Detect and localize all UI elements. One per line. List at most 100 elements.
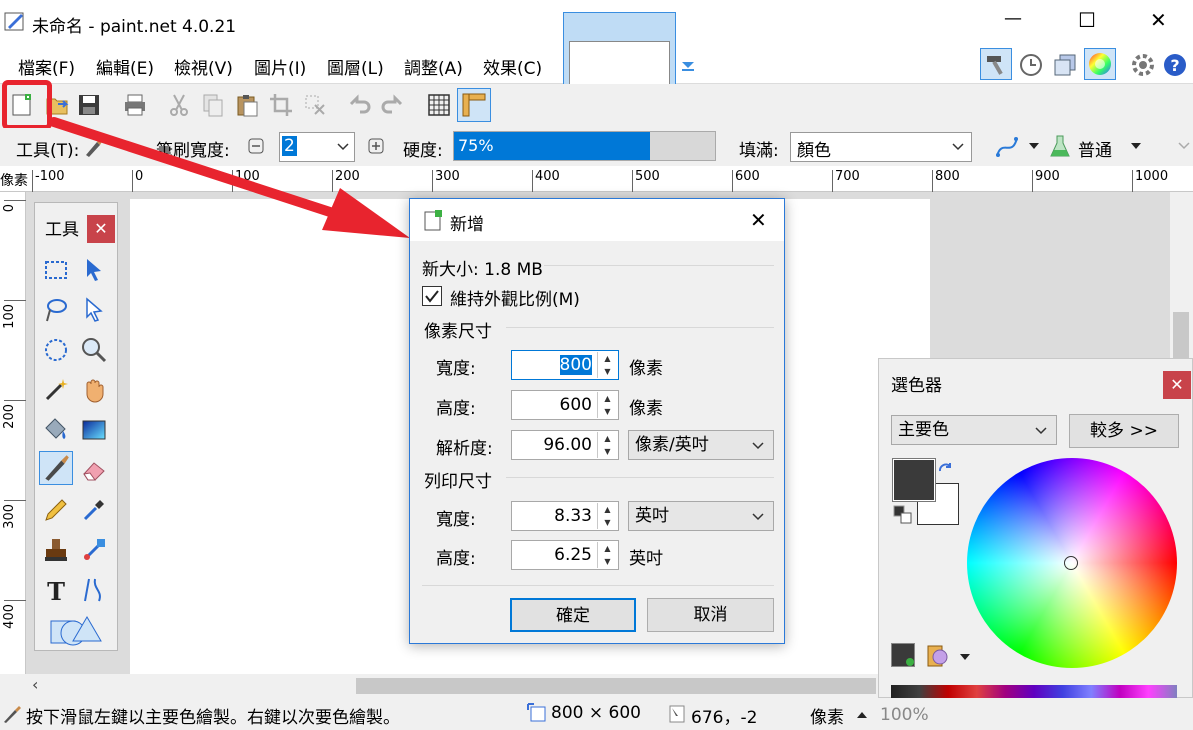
width-label: 寬度: (436, 359, 476, 379)
spin-down-icon: ▼ (604, 557, 611, 566)
chevron-up-icon[interactable] (856, 710, 868, 720)
shapes-icon[interactable] (49, 613, 105, 647)
print-width-input[interactable]: 8.33 ▲ ▼ (511, 501, 619, 531)
history-clock-icon[interactable] (1018, 52, 1044, 78)
magic-wand-icon[interactable] (41, 375, 71, 405)
keep-aspect-checkbox[interactable] (422, 286, 442, 306)
paintbrush-tool-selected[interactable] (39, 451, 73, 485)
tools-toggle-button[interactable] (980, 48, 1012, 80)
color-picker-title: 選色器 (891, 376, 942, 396)
chevron-down-icon[interactable] (680, 58, 696, 74)
print-height-value: 6.25 (554, 545, 592, 565)
print-height-spinner[interactable]: ▲ ▼ (597, 542, 617, 568)
recolor-icon[interactable] (79, 535, 109, 565)
print-height-input[interactable]: 6.25 ▲ ▼ (511, 540, 619, 570)
menu-image[interactable]: 圖片(I) (254, 54, 306, 79)
hardness-slider[interactable]: 75% (453, 131, 716, 161)
menu-adjustments[interactable]: 調整(A) (404, 54, 463, 79)
checkmark-icon (425, 290, 439, 303)
annotation-arrow (49, 117, 410, 238)
fill-combo[interactable]: 顏色 (790, 132, 972, 162)
height-label: 高度: (436, 399, 476, 419)
color-mode-select[interactable]: 主要色 (891, 415, 1057, 445)
ruler-tick-label: 100 (2, 304, 17, 329)
spin-down-icon: ▼ (604, 367, 611, 376)
pencil-icon[interactable] (41, 495, 71, 525)
colors-toggle-button[interactable] (1084, 48, 1116, 80)
layers-icon[interactable] (1052, 52, 1078, 78)
palette-icon[interactable] (925, 643, 949, 669)
resolution-spinner[interactable]: ▲ ▼ (597, 432, 617, 458)
ruler-tick-label: 1000 (1135, 169, 1169, 184)
menu-view[interactable]: 檢視(V) (174, 54, 233, 79)
horizontal-scroll-thumb[interactable] (356, 678, 876, 694)
settings-gear-icon[interactable] (1130, 52, 1156, 78)
color-picker-icon[interactable] (79, 495, 109, 525)
dialog-title-bar: 新增 ✕ (410, 199, 784, 241)
cancel-button[interactable]: 取消 (647, 598, 774, 632)
keep-aspect-label: 維持外觀比例(M) (450, 290, 580, 310)
minimize-button[interactable]: — (1004, 8, 1022, 29)
line-curve-icon[interactable] (79, 575, 109, 605)
add-palette-color-icon[interactable] (891, 643, 915, 667)
width-input[interactable]: 800 ▲ ▼ (511, 350, 619, 380)
status-zoom[interactable]: 100% (880, 705, 929, 725)
maximize-button[interactable]: ☐ (1078, 8, 1096, 32)
height-input[interactable]: 600 ▲ ▼ (511, 390, 619, 420)
help-icon[interactable]: ? (1162, 52, 1188, 78)
eraser-icon[interactable] (79, 455, 109, 485)
menu-effects[interactable]: 效果(C) (483, 54, 542, 79)
image-size-icon (527, 703, 546, 722)
ruler-tick-label: 300 (2, 504, 17, 529)
swap-colors-icon[interactable] (937, 461, 955, 479)
zoom-icon[interactable] (79, 335, 109, 365)
fill-label: 填滿: (739, 141, 779, 161)
print-width-spinner[interactable]: ▲ ▼ (597, 503, 617, 529)
blend-mode-flask-icon[interactable] (1048, 134, 1072, 160)
chevron-down-icon[interactable] (1028, 141, 1040, 151)
resolution-input[interactable]: 96.00 ▲ ▼ (511, 430, 619, 460)
color-wheel-handle[interactable] (1064, 556, 1078, 570)
pan-hand-icon[interactable] (79, 375, 109, 405)
spin-down-icon: ▼ (604, 407, 611, 416)
gradient-icon[interactable] (79, 415, 109, 445)
menu-layers[interactable]: 圖層(L) (327, 54, 384, 79)
print-unit-select[interactable]: 英吋 (628, 501, 774, 531)
ruler-tick-label: 700 (835, 169, 860, 184)
move-selected-icon[interactable] (79, 295, 109, 325)
antialiasing-icon[interactable] (994, 134, 1020, 160)
color-palette-strip[interactable] (891, 685, 1177, 699)
chevron-down-icon[interactable] (1130, 141, 1142, 151)
hammer-icon (987, 56, 1003, 75)
overflow-chevron-icon[interactable] (1178, 142, 1190, 150)
primary-color-swatch[interactable] (892, 458, 936, 502)
close-button[interactable]: ✕ (1150, 8, 1167, 32)
add-icon (906, 658, 914, 666)
ok-button[interactable]: 確定 (510, 598, 636, 632)
width-spinner[interactable]: ▲ ▼ (597, 352, 617, 378)
ellipse-select-icon[interactable] (41, 335, 71, 365)
ruler-tick (4, 500, 26, 501)
print-size-section: 列印尺寸 (424, 472, 492, 492)
dialog-close-button[interactable]: ✕ (750, 208, 767, 232)
reset-colors-icon[interactable] (893, 505, 913, 525)
more-button[interactable]: 較多 >> (1069, 414, 1179, 448)
lasso-select-icon[interactable] (41, 295, 71, 325)
ruler-tick-label: 600 (735, 169, 760, 184)
ruler-tick-label: 300 (435, 169, 460, 184)
blend-mode-value[interactable]: 普通 (1078, 136, 1112, 161)
height-spinner[interactable]: ▲ ▼ (597, 392, 617, 418)
menu-file[interactable]: 檔案(F) (18, 54, 75, 79)
scroll-left-icon[interactable]: ‹ (32, 675, 38, 694)
color-wheel[interactable] (967, 458, 1177, 668)
rulers-toggle-button[interactable] (457, 88, 491, 122)
text-icon[interactable]: T (41, 575, 71, 605)
chevron-down-icon[interactable] (959, 652, 971, 662)
status-unit[interactable]: 像素 (810, 703, 844, 728)
ruler-tick (32, 170, 33, 192)
resolution-unit-select[interactable]: 像素/英吋 (628, 430, 774, 460)
paint-bucket-icon[interactable] (41, 415, 71, 445)
clone-stamp-icon[interactable] (41, 535, 71, 565)
color-picker-close-button[interactable]: ✕ (1163, 371, 1191, 399)
menu-edit[interactable]: 編輯(E) (96, 54, 154, 79)
